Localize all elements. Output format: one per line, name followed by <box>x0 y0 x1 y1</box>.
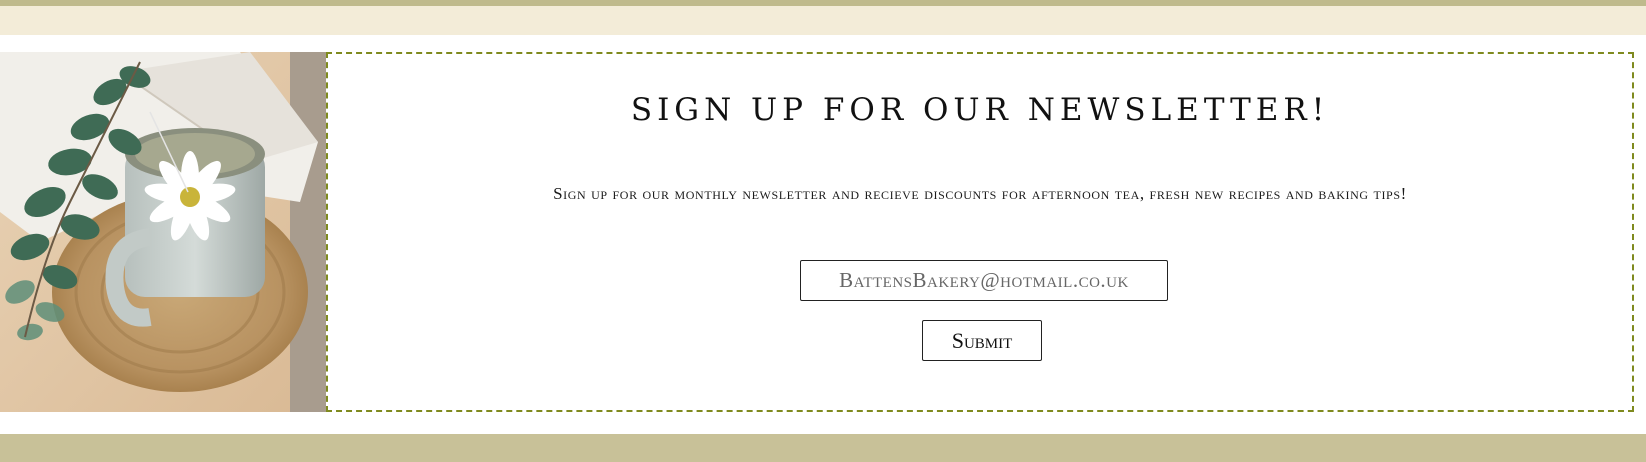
newsletter-heading: Sign up for our newsletter! <box>630 92 1330 128</box>
newsletter-panel: Sign up for our newsletter! Sign up for … <box>326 52 1634 412</box>
tea-cup-photo <box>0 52 326 412</box>
bottom-band <box>0 434 1646 462</box>
email-input[interactable] <box>800 260 1168 301</box>
newsletter-description: Sign up for our monthly newsletter and r… <box>553 184 1407 203</box>
newsletter-section: Sign up for our newsletter! Sign up for … <box>0 52 1646 412</box>
top-band <box>0 6 1646 35</box>
submit-button[interactable]: Submit <box>922 320 1042 361</box>
